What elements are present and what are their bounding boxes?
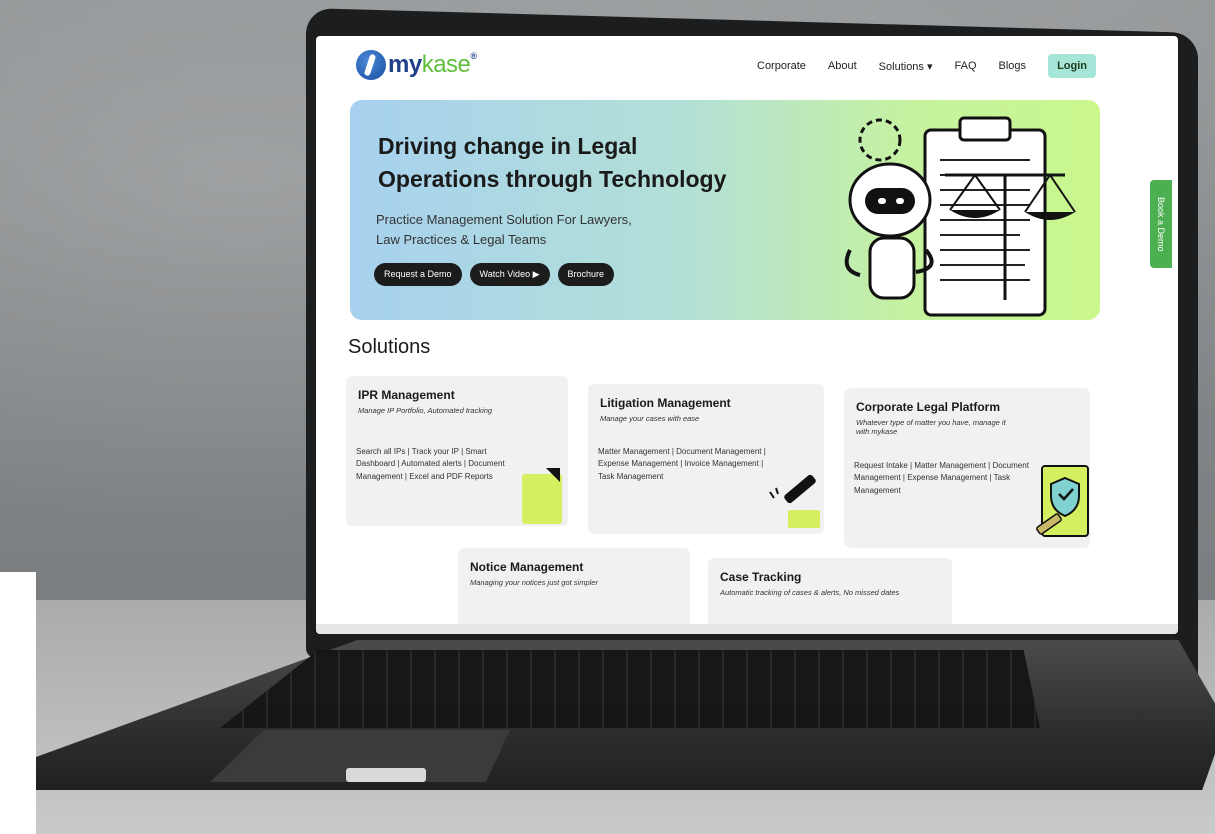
logo-text: mykase® [388,51,477,79]
card-tagline: Manage IP Portfolio, Automated tracking [358,406,493,415]
gavel-icon [769,474,820,528]
card-body: Matter Management | Document Management … [598,447,766,481]
solution-card-corporate[interactable]: Corporate Legal Platform Whatever type o… [844,388,1090,548]
laptop-notch [346,768,426,782]
solution-card-litigation[interactable]: Litigation Management Manage your cases … [588,384,824,534]
card-tagline: Managing your notices just got simpler [470,578,598,587]
nav-link-corporate[interactable]: Corporate [757,60,806,72]
nav-link-about[interactable]: About [828,60,857,72]
request-demo-button[interactable]: Request a Demo [374,263,462,286]
card-title: Notice Management [470,560,584,574]
site-header: mykase® Corporate About Solutions ▾ FAQ … [316,36,1178,96]
logo-kase: kase [421,51,471,78]
card-title: Corporate Legal Platform [856,400,1001,414]
shield-icon [1036,465,1089,537]
nav-link-faq[interactable]: FAQ [955,60,977,72]
laptop-screen: mykase® Corporate About Solutions ▾ FAQ … [316,36,1178,634]
white-corner [0,572,36,834]
card-tagline: Automatic tracking of cases & alerts, No… [720,588,900,597]
brochure-button[interactable]: Brochure [557,263,615,286]
card-title: Case Tracking [720,570,802,584]
logo-my: my [388,51,422,78]
card-tagline: Manage your cases with ease [600,414,700,423]
mykase-logo[interactable]: mykase® [356,50,477,80]
card-tagline: Whatever type of matter you have, manage… [856,418,1006,437]
watch-video-button[interactable]: Watch Video ▶ [469,263,550,286]
card-body: Request Intake | Matter Management | Doc… [854,461,1029,495]
solutions-heading: Solutions [348,336,431,358]
solution-card-ipr[interactable]: IPR Management Manage IP Portfolio, Auto… [346,376,568,526]
nav-link-blogs[interactable]: Blogs [999,60,1027,72]
solution-card-notice[interactable]: Notice Management Managing your notices … [458,548,690,634]
card-title: Litigation Management [600,396,731,410]
nav-links: Corporate About Solutions ▾ FAQ Blogs Lo… [757,54,1096,78]
laptop-keyboard [220,650,1040,728]
hero-banner: Driving change in Legal Operations throu… [350,100,1100,320]
hero-subtitle-line1: Practice Management Solution For Lawyers… [376,212,632,227]
nav-link-solutions[interactable]: Solutions ▾ [879,60,933,73]
hero-title-line1: Driving change in Legal [378,133,638,159]
card-title: IPR Management [358,388,455,402]
logo-registered: ® [470,51,477,61]
login-button[interactable]: Login [1048,54,1096,78]
logo-icon [356,50,386,80]
hero-title: Driving change in Legal Operations throu… [378,130,778,197]
screen-bottom-bar [316,624,1178,634]
hero-buttons: Request a Demo Watch Video ▶ Brochure [374,263,615,286]
robot-illustration [844,116,1076,317]
hero-subtitle: Practice Management Solution For Lawyers… [376,210,696,249]
hero-subtitle-line2: Law Practices & Legal Teams [376,231,547,247]
book-demo-tab[interactable]: Book a Demo [1150,180,1172,268]
folder-icon [522,468,562,524]
card-body: Search all IPs | Track your IP | Smart D… [356,447,505,481]
hero-title-line2: Operations through Technology [378,166,727,193]
solution-card-case-tracking[interactable]: Case Tracking Automatic tracking of case… [708,558,952,634]
